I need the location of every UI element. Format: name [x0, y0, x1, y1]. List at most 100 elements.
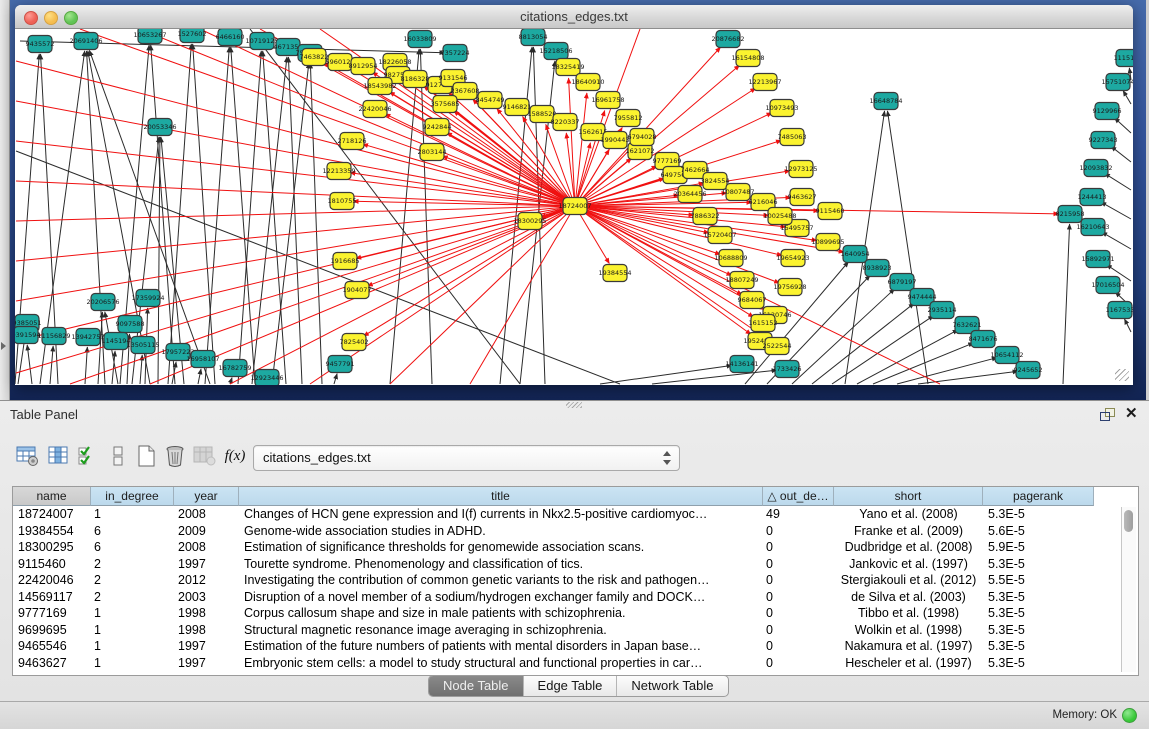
graph-edge[interactable] — [1111, 146, 1131, 162]
graph-node[interactable]: 12213967 — [748, 74, 781, 91]
graph-node[interactable]: 7825402 — [340, 334, 369, 351]
column-header-title[interactable]: title — [239, 487, 763, 506]
graph-node[interactable]: 7463822 — [300, 49, 329, 66]
graph-node[interactable]: 18543982 — [363, 78, 396, 95]
graph-node[interactable]: 2935114 — [928, 302, 957, 319]
graph-node[interactable]: 9435572 — [26, 36, 55, 53]
graph-node[interactable]: 3575685 — [431, 96, 460, 113]
graph-node[interactable]: 9227343 — [1089, 132, 1118, 149]
graph-node[interactable]: 10653267 — [133, 29, 166, 44]
column-header-year[interactable]: year — [174, 487, 239, 506]
graph-node[interactable]: 20876682 — [711, 31, 744, 48]
table-row[interactable]: 946362711997Embryonic stem cells: a mode… — [13, 655, 1120, 672]
graph-node[interactable]: 16961758 — [591, 92, 624, 109]
graph-node[interactable]: 2522544 — [763, 338, 792, 355]
graph-node[interactable]: 1733426 — [773, 361, 802, 378]
graph-node[interactable]: 8813054 — [519, 29, 548, 46]
graph-node[interactable]: 18640910 — [571, 74, 604, 91]
table-row[interactable]: 977716911998Corpus callosum shape and si… — [13, 605, 1120, 622]
graph-node[interactable]: 1990443 — [601, 132, 630, 149]
graph-node[interactable]: 9457791 — [326, 356, 355, 373]
graph-edge[interactable] — [918, 371, 1018, 384]
graph-node[interactable]: 1244413 — [1078, 189, 1107, 206]
table-row[interactable]: 911546021997Tourette syndrome. Phenomeno… — [13, 556, 1120, 573]
unselect-columns-icon[interactable] — [106, 443, 132, 469]
show-columns-icon[interactable] — [46, 443, 72, 469]
graph-node[interactable]: 10688809 — [714, 250, 747, 267]
import-table-icon[interactable] — [192, 443, 218, 469]
vertical-scrollbar[interactable] — [1121, 507, 1136, 672]
canvas-resize-grip[interactable] — [1115, 369, 1129, 381]
graph-node[interactable]: 10654112 — [990, 347, 1023, 364]
panel-resize-grip[interactable] — [566, 402, 582, 408]
graph-node[interactable]: 8454749 — [476, 92, 505, 109]
graph-edge[interactable] — [198, 369, 201, 384]
memory-status-indicator[interactable] — [1122, 708, 1137, 723]
table-row[interactable]: 1872400712008Changes of HCN gene express… — [13, 506, 1120, 523]
graph-node[interactable]: 16648784 — [869, 93, 902, 110]
graph-edge[interactable] — [1063, 224, 1070, 384]
graph-node[interactable]: 16033809 — [403, 31, 436, 48]
graph-node[interactable]: 12923446 — [250, 370, 283, 386]
table-row[interactable]: 946554611997Estimation of the future num… — [13, 638, 1120, 655]
graph-node[interactable]: 1115107 — [1114, 50, 1133, 67]
graph-node[interactable]: 9242844 — [423, 119, 452, 136]
combo-stepper-icon[interactable] — [661, 449, 672, 467]
graph-edge[interactable] — [447, 132, 575, 206]
graph-node[interactable]: 7955812 — [614, 110, 643, 127]
tab-edge-table[interactable]: Edge Table — [524, 676, 618, 696]
graph-node[interactable]: 8220337 — [551, 114, 580, 131]
graph-node[interactable]: 9115460 — [816, 203, 845, 220]
graph-node[interactable]: 12093832 — [1079, 160, 1112, 177]
float-panel-icon[interactable] — [1100, 408, 1116, 422]
graph-node[interactable]: 22420046 — [358, 101, 391, 118]
graph-edge[interactable] — [334, 374, 337, 384]
new-column-icon[interactable] — [134, 443, 160, 469]
graph-node[interactable]: 20364456 — [673, 186, 706, 203]
graph-node[interactable]: 15751074 — [1101, 74, 1133, 91]
table-mode-icon[interactable] — [15, 443, 41, 469]
graph-node[interactable]: 7485063 — [778, 129, 807, 146]
graph-node[interactable]: 20691406 — [69, 33, 102, 50]
graph-node[interactable]: 1904077 — [343, 282, 372, 299]
graph-node[interactable]: 10973493 — [765, 100, 798, 117]
graph-edge[interactable] — [1104, 173, 1131, 190]
column-header-pagerank[interactable]: pagerank — [983, 487, 1094, 506]
graph-node[interactable]: 12213359 — [322, 163, 355, 180]
graph-node[interactable]: 19654923 — [776, 250, 809, 267]
graph-node[interactable]: 8471676 — [969, 331, 998, 348]
graph-edge[interactable] — [310, 63, 322, 384]
graph-node[interactable]: 6879197 — [888, 274, 917, 291]
function-builder-icon[interactable]: f(x) — [222, 443, 248, 469]
column-header-short[interactable]: short — [834, 487, 983, 506]
graph-node[interactable]: 1916685 — [331, 253, 360, 270]
graph-node[interactable]: 17359924 — [131, 290, 164, 307]
graph-node[interactable]: 20206576 — [86, 294, 119, 311]
graph-edge[interactable] — [1102, 232, 1131, 249]
table-row[interactable]: 1456911722003Disruption of a novel membe… — [13, 589, 1120, 606]
graph-edge[interactable] — [193, 44, 215, 384]
graph-node[interactable]: 19384554 — [598, 265, 631, 282]
table-row[interactable]: 969969511998Structural magnetic resonanc… — [13, 622, 1120, 639]
graph-node[interactable]: 16154808 — [731, 50, 764, 67]
graph-node[interactable]: 1810755 — [328, 193, 357, 210]
graph-node[interactable]: 18724007 — [558, 198, 591, 215]
graph-node[interactable]: 6466160 — [216, 29, 245, 46]
graph-edge[interactable] — [569, 78, 575, 206]
tab-network-table[interactable]: Network Table — [617, 676, 727, 696]
graph-node[interactable]: 9245652 — [1014, 362, 1043, 379]
graph-node[interactable]: 1615152 — [749, 315, 778, 332]
column-header-out_de[interactable]: △ out_de… — [763, 487, 834, 506]
graph-node[interactable]: 8938923 — [863, 260, 892, 277]
graph-node[interactable]: 9097588 — [116, 316, 145, 333]
graph-node[interactable]: 13942757 — [71, 329, 104, 346]
table-row[interactable]: 1938455462009Genome-wide association stu… — [13, 523, 1120, 540]
graph-node[interactable]: 6794028 — [628, 129, 657, 146]
graph-edge[interactable] — [575, 143, 590, 206]
graph-edge[interactable] — [1123, 91, 1131, 104]
graph-edge[interactable] — [363, 144, 575, 206]
graph-node[interactable]: 9684067 — [738, 292, 767, 309]
divider-arrow-icon[interactable] — [1, 342, 6, 350]
graph-edge[interactable] — [652, 370, 777, 384]
graph-node[interactable]: 15720407 — [703, 227, 736, 244]
